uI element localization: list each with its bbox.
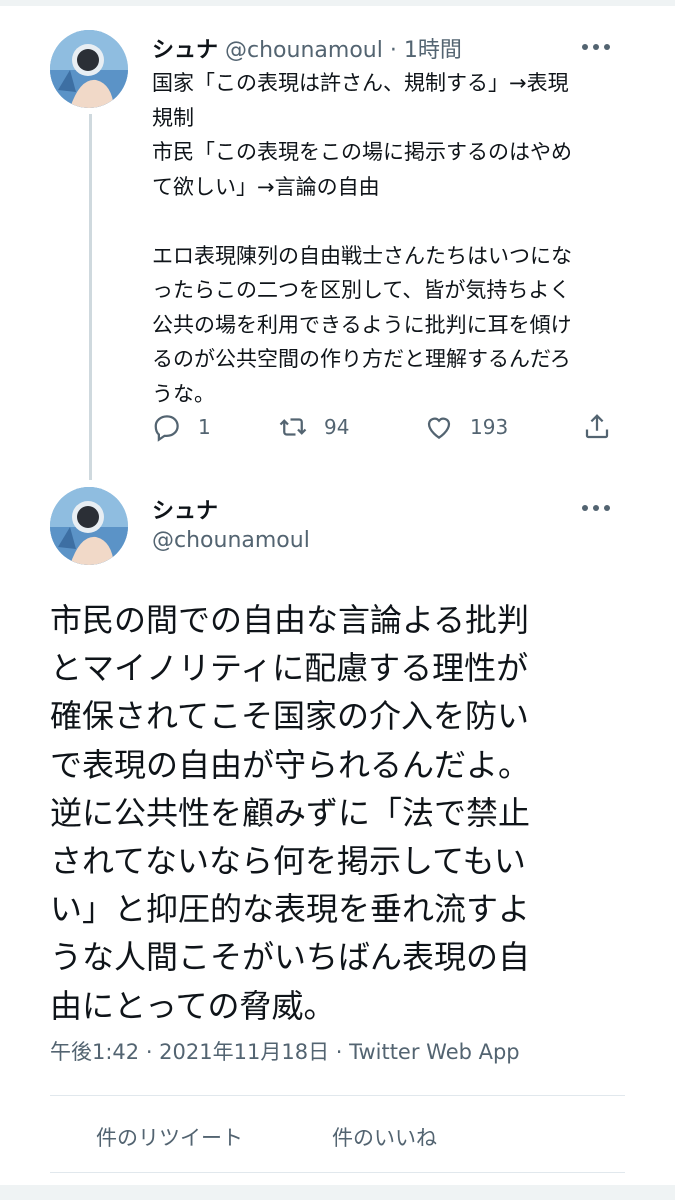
retweets-link[interactable]: 件のリツイート [96, 1122, 243, 1152]
avatar[interactable] [50, 30, 128, 108]
tweet-text-line: とマイノリティに配慮する理性が [50, 649, 529, 688]
handle[interactable]: @chounamoul [225, 38, 383, 63]
divider [50, 1172, 625, 1173]
top-divider [0, 0, 675, 6]
display-name[interactable]: シュナ [152, 38, 218, 63]
tweet1-actions: 1 94 193 [152, 412, 622, 452]
tweet-text-line: されてないなら何を掲示してもい [50, 842, 526, 881]
divider [50, 1095, 625, 1096]
tweet-text-line: 確保されてこそ国家の介入を防い [50, 697, 530, 736]
retweet-icon [279, 418, 307, 436]
tweet2-text: 市民の間での自由な言論よる批判 とマイノリティに配慮する理性が 確保されてこそ国… [50, 596, 640, 1030]
reply-button[interactable]: 1 [152, 412, 211, 442]
share-button[interactable] [582, 412, 628, 442]
tweet-text-line: 市民の間での自由な言論よる批判 [50, 601, 530, 639]
retweet-button[interactable]: 94 [278, 412, 349, 442]
tweet-text-line: エロ表現陳列の自由戦士さんたちはいつにな [152, 243, 572, 268]
tweet-text-line: で表現の自由が守られるんだよ。 [50, 745, 531, 784]
tweet-text-line: 逆に公共性を顧みずに「法で禁止 [50, 793, 531, 832]
share-icon [585, 414, 609, 439]
timestamp[interactable]: 1時間 [404, 38, 462, 63]
separator-dot: · [389, 38, 397, 63]
tweet-text-line: 市民「この表現をこの場に掲示するのはやめ [152, 140, 572, 164]
tweet-text-line: るのが公共空間の作り方だと理解するんだろ [152, 347, 571, 371]
tweet-text-line: 由にとっての脅威。 [50, 986, 336, 1025]
tweet1-text: 国家「この表現は許さん、規制する」→表現 規制 市民「この表現をこの場に掲示する… [152, 66, 632, 411]
tweet-meta[interactable]: 午後1:42 · 2021年11月18日 · Twitter Web App [50, 1036, 520, 1066]
reply-count: 1 [198, 415, 211, 439]
like-icon [427, 417, 451, 439]
tweet-text-line: ったらこの二つを区別して、皆が気持ちよく [152, 278, 571, 302]
tweet-text-line [152, 204, 632, 239]
tweet-text-line: い」と抑圧的な表現を垂れ流すよ [50, 890, 531, 929]
bottom-divider [0, 1185, 675, 1200]
tweet-text-line: 公共の場を利用できるように批判に耳を傾け [152, 312, 572, 337]
tweet-text-line: て欲しい」→言論の自由 [152, 174, 380, 199]
handle[interactable]: @chounamoul [152, 528, 310, 553]
tweet-text-line: うな人間こそがいちばん表現の自 [50, 938, 531, 977]
thread-connector [89, 114, 92, 480]
tweet1-header: シュナ @chounamoul · 1時間 [152, 32, 462, 64]
avatar[interactable] [50, 487, 128, 565]
tweet-text-line: 国家「この表現は許さん、規制する」→表現 [152, 71, 569, 95]
like-count: 193 [470, 415, 509, 439]
like-button[interactable]: 193 [424, 412, 508, 442]
tweet-text-line: うな。 [152, 381, 215, 406]
more-icon[interactable] [582, 503, 612, 513]
reply-icon [154, 415, 179, 442]
more-icon[interactable] [582, 42, 612, 52]
display-name[interactable]: シュナ [152, 493, 218, 525]
retweet-count: 94 [324, 415, 350, 439]
likes-link[interactable]: 件のいいね [332, 1122, 437, 1152]
tweet-text-line: 規制 [152, 105, 194, 130]
